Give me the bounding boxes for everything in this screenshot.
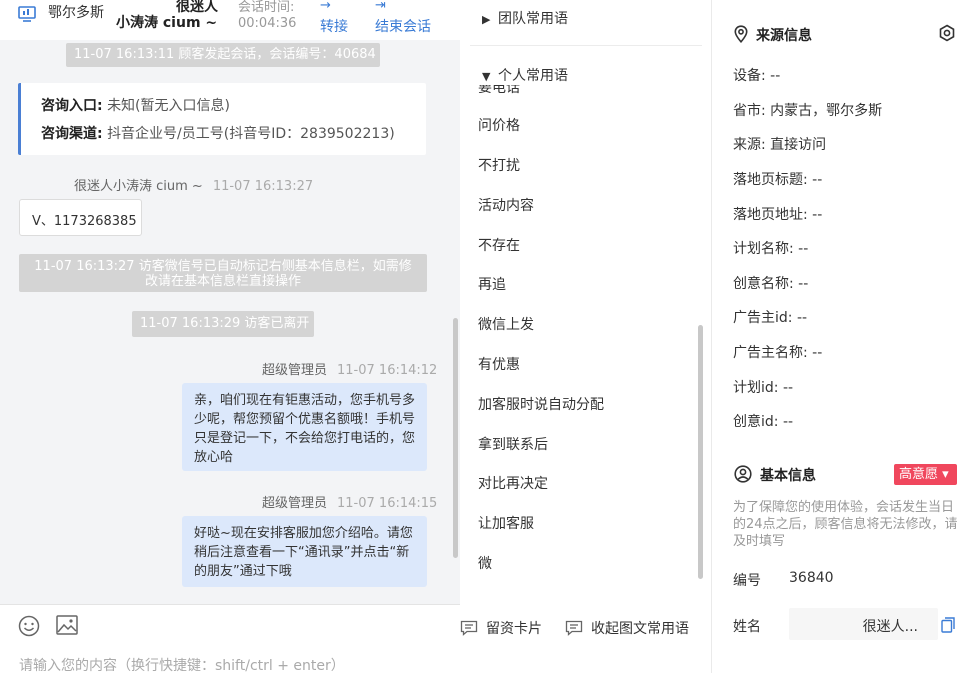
intent-level-dropdown[interactable]: 高意愿 ▾ (894, 464, 957, 485)
message-input[interactable]: 请输入您的内容（换行快捷键：shift/ctrl + enter） (19, 655, 345, 673)
chat-workspace: 鄂尔多斯 很迷人 小涛涛 cium ~ 会话时间: 00:04:36 → 转接 … (0, 0, 978, 673)
source-info-title: 来源信息 (734, 25, 812, 45)
phrase-item[interactable]: 不存在 (478, 235, 520, 255)
message-icon (565, 620, 583, 636)
lead-card-button[interactable]: 留资卡片 (460, 618, 542, 638)
visitor-info-panel: 来源信息 设备: -- 省市: 内蒙古，鄂尔多斯 来源: 直接访问 落地页标题:… (712, 0, 978, 673)
card-icon (460, 620, 478, 636)
phrase-item[interactable]: 要电话 (478, 85, 520, 97)
divider (470, 45, 702, 46)
admin-sender: 超级管理员 11-07 16:14:15 (262, 496, 438, 511)
field-advertiser-id: 广告主id: -- (733, 310, 808, 326)
phrase-item[interactable]: 活动内容 (478, 195, 534, 215)
customer-sender: 很迷人小涛涛 cium ~11-07 16:13:27 (74, 179, 314, 194)
name-label: 姓名 (733, 619, 761, 635)
chat-panel: 鄂尔多斯 很迷人 小涛涛 cium ~ 会话时间: 00:04:36 → 转接 … (0, 0, 460, 673)
phrase-item[interactable]: 让加客服 (478, 513, 534, 533)
basic-info-title: 基本信息 (734, 465, 816, 485)
phrases-scrollbar[interactable] (698, 325, 703, 579)
admin-message: 好哒~现在安排客服加您介绍哈。请您稍后注意查看一下“通讯录”并点击“新的朋友”通… (182, 516, 427, 587)
phrase-item[interactable]: 有优惠 (478, 354, 520, 374)
number-label: 编号 (733, 573, 761, 589)
phrases-footer: 留资卡片 收起图文常用语 (460, 604, 712, 654)
customer-message: V、1173268385 (19, 199, 142, 236)
field-advertiser-name: 广告主名称: -- (733, 345, 823, 361)
session-time-value: 00:04:36 (238, 16, 297, 31)
phrases-panel: ▶ 团队常用语 要电话 问价格 不打扰 活动内容 不存在 再追 微信上发 有优惠 … (460, 0, 712, 673)
transfer-icon: → (320, 0, 331, 13)
phrase-item[interactable]: 拿到联系后 (478, 434, 548, 454)
chat-scrollbar[interactable] (453, 318, 458, 558)
monitor-icon (18, 6, 36, 22)
field-source: 来源: 直接访问 (733, 137, 827, 153)
field-plan-name: 计划名称: -- (733, 241, 809, 257)
message-input-area[interactable]: 请输入您的内容（换行快捷键：shift/ctrl + enter） (0, 604, 460, 673)
phrase-item[interactable]: 再追 (478, 274, 506, 294)
name-field[interactable]: 很迷人... (789, 608, 938, 640)
field-landing-url: 落地页地址: -- (733, 207, 823, 223)
chat-header: 鄂尔多斯 很迷人 小涛涛 cium ~ 会话时间: 00:04:36 → 转接 … (0, 0, 460, 40)
exit-icon: ⇥ (375, 0, 386, 13)
phrase-item[interactable]: 不打扰 (478, 155, 520, 175)
caret-right-icon: ▶ (482, 13, 491, 26)
visitor-location: 鄂尔多斯 (48, 5, 104, 21)
channel-row: 咨询渠道: 抖音企业号/员工号(抖音号ID：2839502213) (41, 126, 395, 142)
collapse-phrases-button[interactable]: 收起图文常用语 (565, 618, 689, 638)
phrase-item[interactable]: 微 (478, 553, 492, 573)
field-landing-title: 落地页标题: -- (733, 172, 823, 188)
field-device: 设备: -- (733, 68, 781, 84)
phrase-item[interactable]: 微信上发 (478, 314, 534, 334)
field-region: 省市: 内蒙古，鄂尔多斯 (733, 103, 883, 119)
consult-info-card: 咨询入口: 未知(暂无入口信息) 咨询渠道: 抖音企业号/员工号(抖音号ID：2… (18, 83, 426, 155)
copy-icon[interactable] (941, 617, 955, 633)
end-session-button[interactable]: ⇥ 结束会话 (375, 0, 445, 40)
phrase-item[interactable]: 加客服时说自动分配 (478, 394, 604, 414)
phrase-list: 要电话 问价格 不打扰 活动内容 不存在 再追 微信上发 有优惠 加客服时说自动… (460, 85, 712, 585)
session-time-label: 会话时间: (238, 0, 295, 15)
system-message-wechat: 11-07 16:13:27 访客微信号已自动标记右侧基本信息栏，如需修改请在基… (19, 254, 427, 292)
settings-icon[interactable] (938, 24, 956, 42)
admin-sender: 超级管理员 11-07 16:14:12 (262, 363, 438, 378)
system-message-start: 11-07 16:13:11 顾客发起会话，会话编号：40684 (66, 43, 380, 67)
transfer-button[interactable]: → 转接 (320, 0, 360, 40)
field-creative-id: 创意id: -- (733, 414, 794, 430)
edit-notice: 为了保障您的使用体验，会话发生当日的24点之后，顾客信息将无法修改，请及时填写 (733, 500, 958, 549)
team-phrases-group[interactable]: ▶ 团队常用语 (482, 8, 568, 28)
image-icon[interactable] (56, 615, 78, 635)
personal-phrases-group[interactable]: ▼ 个人常用语 (482, 65, 574, 85)
field-creative-name: 创意名称: -- (733, 276, 809, 292)
number-value: 36840 (789, 570, 834, 586)
visitor-name: 小涛涛 cium ~ (116, 15, 218, 31)
system-message-left: 11-07 16:13:29 访客已离开 (132, 311, 314, 337)
caret-down-icon: ▼ (482, 70, 491, 83)
admin-message: 亲，咱们现在有钜惠活动，您手机号多少呢，帮您预留个优惠名额哦！手机号只是登记一下… (182, 383, 427, 471)
field-plan-id: 计划id: -- (733, 380, 794, 396)
phrase-item[interactable]: 对比再决定 (478, 473, 548, 493)
entry-row: 咨询入口: 未知(暂无入口信息) (41, 98, 230, 114)
user-icon (734, 465, 752, 483)
emoji-icon[interactable] (18, 615, 40, 637)
location-pin-icon (734, 25, 748, 43)
phrase-item[interactable]: 问价格 (478, 115, 520, 135)
